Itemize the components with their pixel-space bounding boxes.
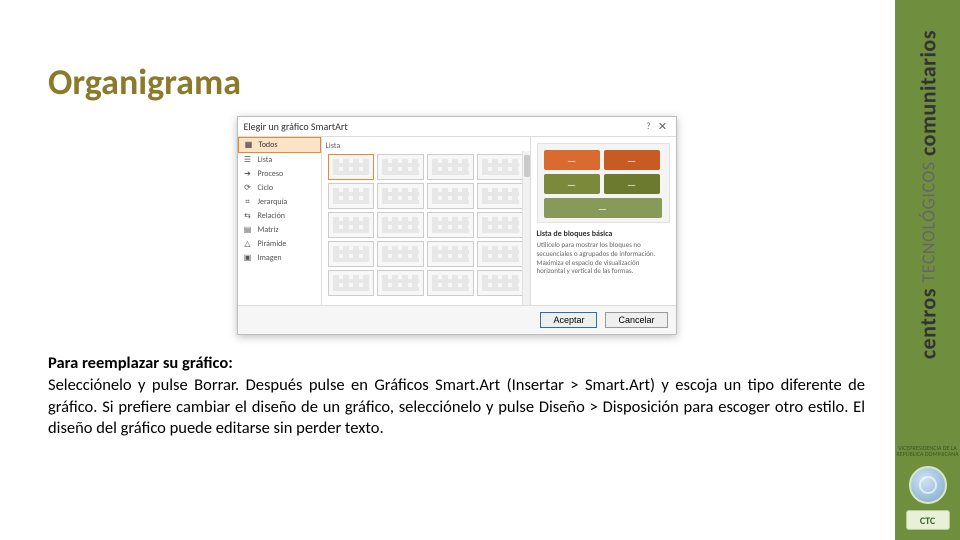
content-area: Organigrama Elegir un gráfico SmartArt ?… — [0, 0, 895, 540]
category-label: Lista — [258, 155, 273, 165]
dialog-titlebar: Elegir un gráfico SmartArt ? ✕ — [238, 117, 676, 137]
cycle-icon: ⟳ — [242, 183, 254, 193]
brand-logos: VICEPRESIDENCIA DE LA REPÚBLICA DOMINICA… — [895, 466, 960, 530]
layout-thumb[interactable] — [477, 183, 524, 209]
gallery-scrollbar[interactable] — [522, 151, 530, 305]
category-item-proceso[interactable]: ➔ Proceso — [238, 167, 321, 181]
preview-pane: — — — — — Lista de bloques básica Utilíc… — [530, 137, 676, 305]
dialog-title-text: Elegir un gráfico SmartArt — [244, 120, 642, 133]
hierarchy-icon: ⌗ — [242, 197, 254, 207]
dialog-body: ▦ Todos ☰ Lista ➔ Proceso ⟳ Ciclo — [238, 137, 676, 305]
thumbnail-grid — [324, 154, 528, 296]
relation-icon: ⇆ — [242, 211, 254, 221]
preview-title: Lista de bloques básica — [537, 229, 670, 239]
layout-thumb[interactable] — [477, 154, 524, 180]
category-label: Jerarquía — [258, 197, 288, 207]
layout-thumb[interactable] — [328, 270, 375, 296]
cancel-button[interactable]: Cancelar — [605, 312, 667, 328]
category-label: Matriz — [258, 225, 279, 235]
instructions-body: Selecciónelo y pulse Borrar. Después pul… — [48, 375, 865, 439]
process-icon: ➔ — [242, 169, 254, 179]
layout-thumb[interactable] — [477, 212, 524, 238]
preview-block: — — [604, 150, 660, 170]
matrix-icon: ▤ — [242, 225, 254, 235]
preview-block: — — [604, 174, 660, 194]
layout-thumb[interactable] — [477, 270, 524, 296]
preview-block: — — [544, 198, 662, 218]
slide-page: Organigrama Elegir un gráfico SmartArt ?… — [0, 0, 960, 540]
layout-thumb[interactable] — [328, 212, 375, 238]
layout-thumb[interactable] — [328, 183, 375, 209]
brand-word-tecnologicos: TECNOLÓGICOS — [917, 161, 939, 282]
layout-thumb[interactable] — [377, 183, 424, 209]
dialog-close-button[interactable]: ✕ — [656, 120, 670, 133]
brand-word-comunitarios: comunitarios — [914, 30, 941, 156]
list-icon: ☰ — [242, 155, 254, 165]
layout-thumb[interactable] — [427, 154, 474, 180]
layout-thumb[interactable] — [377, 270, 424, 296]
smartart-dialog: Elegir un gráfico SmartArt ? ✕ ▦ Todos ☰… — [237, 116, 677, 335]
layout-thumb[interactable] — [328, 241, 375, 267]
instructions-heading: Para reemplazar su gráfico: — [48, 353, 233, 373]
layout-thumb[interactable] — [477, 241, 524, 267]
preview-block: — — [544, 174, 600, 194]
category-label: Pirámide — [258, 239, 287, 249]
category-item-relacion[interactable]: ⇆ Relación — [238, 209, 321, 223]
category-label: Todos — [259, 140, 278, 150]
brand-subtitle: VICEPRESIDENCIA DE LA REPÚBLICA DOMINICA… — [887, 445, 960, 458]
layout-thumb[interactable] — [377, 241, 424, 267]
brand-word-centros: centros — [914, 288, 941, 359]
layout-thumb[interactable] — [328, 154, 375, 180]
scrollbar-thumb[interactable] — [524, 155, 530, 177]
category-label: Proceso — [258, 169, 284, 179]
category-list: ▦ Todos ☰ Lista ➔ Proceso ⟳ Ciclo — [238, 137, 322, 305]
seal-icon — [909, 466, 947, 504]
category-item-matriz[interactable]: ▤ Matriz — [238, 223, 321, 237]
preview-block: — — [544, 150, 600, 170]
layout-gallery: Lista — [322, 137, 530, 305]
gallery-heading: Lista — [324, 141, 528, 154]
slide-title: Organigrama — [48, 60, 865, 104]
category-item-jerarquia[interactable]: ⌗ Jerarquía — [238, 195, 321, 209]
category-item-todos[interactable]: ▦ Todos — [238, 137, 321, 153]
image-icon: ▣ — [242, 253, 254, 263]
preview-canvas: — — — — — — [537, 143, 670, 223]
brand-vertical-text: centros TECNOLÓGICOS comunitarios — [914, 30, 941, 359]
category-label: Ciclo — [258, 183, 274, 193]
layout-thumb[interactable] — [427, 212, 474, 238]
layout-thumb[interactable] — [427, 183, 474, 209]
grid-icon: ▦ — [243, 140, 255, 150]
brand-sideband: centros TECNOLÓGICOS comunitarios VICEPR… — [895, 0, 960, 540]
layout-thumb[interactable] — [377, 154, 424, 180]
preview-description: Utilícelo para mostrar los bloques no se… — [537, 241, 670, 276]
category-item-ciclo[interactable]: ⟳ Ciclo — [238, 181, 321, 195]
category-item-lista[interactable]: ☰ Lista — [238, 153, 321, 167]
category-item-piramide[interactable]: △ Pirámide — [238, 237, 321, 251]
dialog-button-row: Aceptar Cancelar — [238, 305, 676, 334]
dialog-help-button[interactable]: ? — [642, 121, 656, 132]
category-label: Relación — [258, 211, 286, 221]
layout-thumb[interactable] — [427, 241, 474, 267]
category-item-imagen[interactable]: ▣ Imagen — [238, 251, 321, 265]
category-label: Imagen — [258, 253, 282, 263]
layout-thumb[interactable] — [377, 212, 424, 238]
layout-thumb[interactable] — [427, 270, 474, 296]
accept-button[interactable]: Aceptar — [540, 312, 597, 328]
instructions-block: Para reemplazar su gráfico: Selecciónelo… — [48, 353, 865, 440]
ctc-logo: CTC — [906, 510, 950, 530]
pyramid-icon: △ — [242, 239, 254, 249]
